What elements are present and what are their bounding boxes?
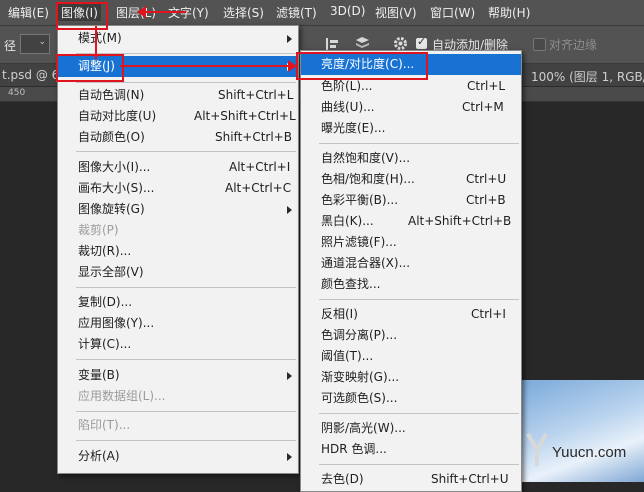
menu-item-curves[interactable]: 曲线(U)... Ctrl+M xyxy=(301,97,521,118)
menu-item-auto-contrast[interactable]: 自动对比度(U) Alt+Shift+Ctrl+L xyxy=(58,106,298,127)
menu-bar: 编辑(E) 图像(I) 图层(L) 文字(Y) 选择(S) 滤镜(T) 3D(D… xyxy=(0,0,644,26)
menu-item-posterize[interactable]: 色调分离(P)... xyxy=(301,325,521,346)
menu-separator xyxy=(319,143,519,144)
menu-item-analysis[interactable]: 分析(A) xyxy=(58,446,298,467)
annotation-arrow-right-icon xyxy=(288,60,297,72)
annotation-line xyxy=(146,11,186,13)
menu-filter[interactable]: 滤镜(T) xyxy=(276,4,317,21)
menu-item-photo-filter[interactable]: 照片滤镜(F)... xyxy=(301,232,521,253)
menu-item-apply-data-set: 应用数据组(L)... xyxy=(78,389,166,403)
menu-item-color-lookup[interactable]: 颜色查找... xyxy=(301,274,521,295)
menu-separator xyxy=(76,440,296,441)
menu-separator xyxy=(319,299,519,300)
path-label: 径 xyxy=(4,39,17,53)
menu-item-exposure[interactable]: 曝光度(E)... xyxy=(301,118,521,139)
chevron-right-icon xyxy=(287,372,292,380)
menu-item-auto-tone[interactable]: 自动色调(N) Shift+Ctrl+L xyxy=(58,85,298,106)
menu-separator xyxy=(76,82,296,83)
menu-item-calculations[interactable]: 计算(C)... xyxy=(58,334,298,355)
menu-separator xyxy=(76,411,296,412)
menu-separator xyxy=(76,287,296,288)
menu-separator xyxy=(319,464,519,465)
menu-edit[interactable]: 编辑(E) xyxy=(8,4,49,21)
menu-item-trim[interactable]: 裁切(R)... xyxy=(58,241,298,262)
align-edges-checkbox[interactable] xyxy=(533,38,546,51)
menu-item-color-balance[interactable]: 色彩平衡(B)... Ctrl+B xyxy=(301,190,521,211)
menu-item-brightness-contrast[interactable]: 亮度/对比度(C)... xyxy=(301,54,521,75)
menu-item-gradient-map[interactable]: 渐变映射(G)... xyxy=(301,367,521,388)
chevron-right-icon xyxy=(287,35,292,43)
annotation-line xyxy=(120,65,288,67)
gear-icon[interactable] xyxy=(393,36,408,51)
menu-item-reveal-all[interactable]: 显示全部(V) xyxy=(58,262,298,283)
menu-item-hdr-toning[interactable]: HDR 色调... xyxy=(301,439,521,460)
menu-item-hue-saturation[interactable]: 色相/饱和度(H)... Ctrl+U xyxy=(301,169,521,190)
menu-item-crop: 裁剪(P) xyxy=(78,223,119,237)
auto-add-delete-checkbox[interactable]: ✓ xyxy=(416,35,427,49)
menu-3d[interactable]: 3D(D) xyxy=(330,4,365,18)
chevron-down-icon: ⌄ xyxy=(38,37,46,47)
menu-item-auto-color[interactable]: 自动颜色(O) Shift+Ctrl+B xyxy=(58,127,298,148)
menu-item-mode[interactable]: 模式(M) xyxy=(58,28,298,49)
watermark: Yuucn.com xyxy=(522,430,640,474)
ruler-mark: 450 xyxy=(8,88,26,98)
watermark-logo-icon xyxy=(526,433,548,466)
checkmark-icon: ✓ xyxy=(417,35,427,48)
menu-separator xyxy=(76,53,296,54)
mode-select[interactable]: ⌄ xyxy=(20,34,50,54)
menu-item-channel-mixer[interactable]: 通道混合器(X)... xyxy=(301,253,521,274)
annotation-arrow-left-icon xyxy=(137,6,146,18)
path-arrangement-icon[interactable] xyxy=(355,36,370,51)
menu-item-desaturate[interactable]: 去色(D) Shift+Ctrl+U xyxy=(301,469,521,490)
menu-item-black-white[interactable]: 黑白(K)... Alt+Shift+Ctrl+B xyxy=(301,211,521,232)
menu-window[interactable]: 窗口(W) xyxy=(430,4,475,21)
menu-separator xyxy=(76,151,296,152)
menu-separator xyxy=(76,359,296,360)
menu-item-canvas-size[interactable]: 画布大小(S)... Alt+Ctrl+C xyxy=(58,178,298,199)
document-tab-left[interactable]: t.psd @ 6 xyxy=(2,68,59,82)
chevron-right-icon xyxy=(287,453,292,461)
menu-item-apply-image[interactable]: 应用图像(Y)... xyxy=(58,313,298,334)
menu-item-levels[interactable]: 色阶(L)... Ctrl+L xyxy=(301,76,521,97)
menu-item-duplicate[interactable]: 复制(D)... xyxy=(58,292,298,313)
menu-item-invert[interactable]: 反相(I) Ctrl+I xyxy=(301,304,521,325)
menu-item-trap: 陷印(T)... xyxy=(78,418,131,432)
image-menu: 模式(M) 调整(J) 自动色调(N) Shift+Ctrl+L 自动对比度(U)… xyxy=(57,25,299,474)
path-alignment-icon[interactable] xyxy=(325,37,339,51)
menu-item-shadows-highlights[interactable]: 阴影/高光(W)... xyxy=(301,418,521,439)
menu-select[interactable]: 选择(S) xyxy=(223,4,264,21)
menu-image[interactable]: 图像(I) xyxy=(58,4,101,21)
menu-view[interactable]: 视图(V) xyxy=(375,4,417,21)
adjustments-submenu: 亮度/对比度(C)... 色阶(L)... Ctrl+L 曲线(U)... Ctrl… xyxy=(300,50,522,492)
document-tab-right[interactable]: 100% (图层 1, RGB/ xyxy=(531,68,644,85)
chevron-right-icon xyxy=(287,206,292,214)
menu-item-image-size[interactable]: 图像大小(I)... Alt+Ctrl+I xyxy=(58,157,298,178)
menu-item-vibrance[interactable]: 自然饱和度(V)... xyxy=(301,148,521,169)
align-edges-label: 对齐边缘 xyxy=(549,38,598,52)
menu-item-selective-color[interactable]: 可选颜色(S)... xyxy=(301,388,521,409)
annotation-line xyxy=(95,26,97,59)
watermark-text: Yuucn.com xyxy=(552,444,627,461)
menu-item-threshold[interactable]: 阈值(T)... xyxy=(301,346,521,367)
menu-separator xyxy=(319,413,519,414)
menu-item-variables[interactable]: 变量(B) xyxy=(58,365,298,386)
menu-item-image-rotation[interactable]: 图像旋转(G) xyxy=(58,199,298,220)
menu-help[interactable]: 帮助(H) xyxy=(488,4,530,21)
